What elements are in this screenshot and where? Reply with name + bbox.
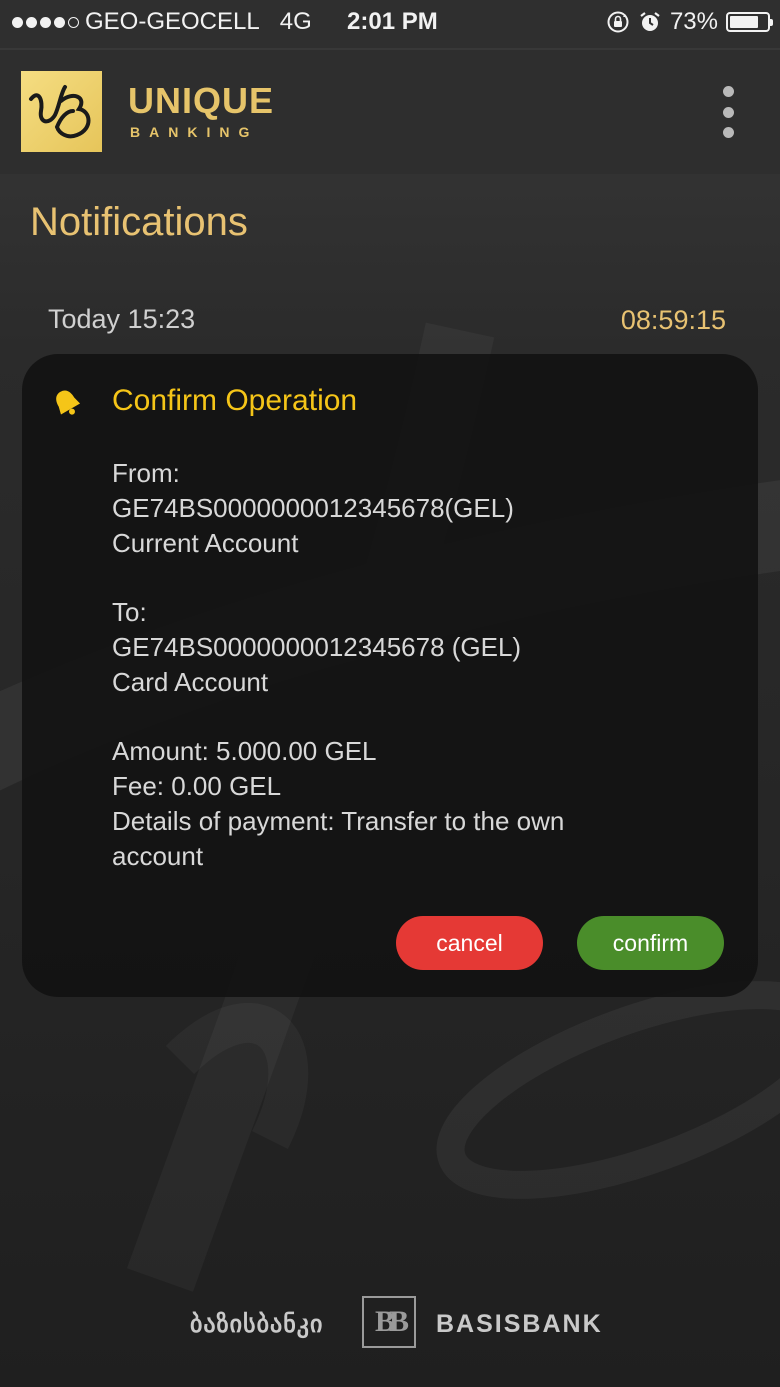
more-vertical-icon[interactable] bbox=[712, 86, 744, 138]
rotation-lock-icon bbox=[607, 11, 629, 33]
from-account: GE74BS0000000012345678(GEL) bbox=[112, 493, 514, 523]
page-title: Notifications bbox=[30, 200, 248, 244]
basisbank-logo: BB bbox=[362, 1296, 416, 1348]
confirm-button[interactable]: confirm bbox=[577, 916, 724, 970]
amount: Amount: 5.000.00 GEL bbox=[112, 736, 377, 766]
carrier-name: GEO-GEOCELL bbox=[85, 8, 260, 35]
bell-icon bbox=[56, 390, 81, 415]
brand-name: UNIQUE bbox=[128, 80, 275, 121]
ub-monogram-logo bbox=[21, 71, 102, 152]
status-bar: GEO-GEOCELL 4G 2:01 PM 73% bbox=[0, 0, 780, 48]
footer-bank-logo: ბაზისბანკი BB BASISBANK bbox=[0, 1296, 780, 1352]
battery-percent: 73% bbox=[669, 8, 718, 35]
payment-details: Details of payment: Transfer to the own bbox=[112, 806, 565, 836]
from-account-type: Current Account bbox=[112, 528, 299, 558]
battery-icon bbox=[726, 12, 773, 32]
network-type: 4G bbox=[279, 8, 312, 35]
bank-name: BASISBANK bbox=[436, 1310, 603, 1338]
fee: Fee: 0.00 GEL bbox=[112, 771, 282, 801]
to-account: GE74BS0000000012345678 (GEL) bbox=[112, 632, 522, 662]
brand-subtitle: BANKING bbox=[130, 124, 259, 140]
app-header: UNIQUE BANKING bbox=[0, 50, 780, 174]
alarm-clock-icon bbox=[640, 12, 660, 31]
from-label: From: bbox=[112, 458, 180, 488]
payment-details-continued: account bbox=[112, 841, 204, 871]
status-time: 2:01 PM bbox=[347, 8, 438, 35]
to-account-type: Card Account bbox=[112, 667, 269, 697]
notification-date: Today 15:23 bbox=[48, 304, 196, 334]
notification-title: Confirm Operation bbox=[112, 384, 358, 417]
countdown-timer: 08:59:15 bbox=[620, 305, 726, 335]
to-label: To: bbox=[112, 597, 147, 627]
bank-name-georgian: ბაზისბანკი bbox=[190, 1311, 324, 1338]
cancel-button[interactable]: cancel bbox=[396, 916, 543, 970]
signal-strength-icon bbox=[12, 16, 79, 28]
